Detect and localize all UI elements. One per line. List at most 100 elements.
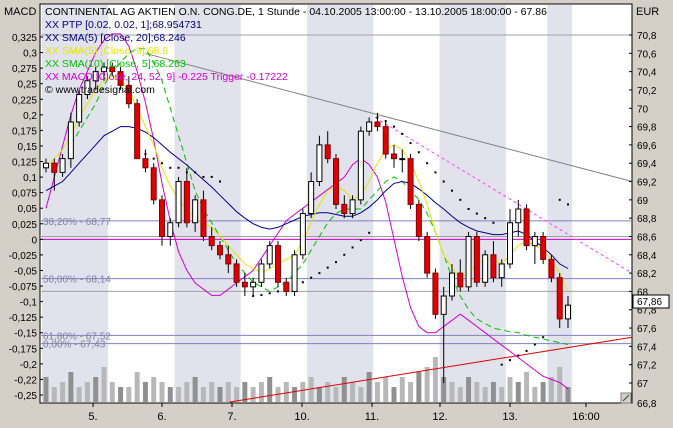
volume-bar	[60, 382, 66, 402]
ptp-dot	[509, 359, 511, 362]
candle	[382, 122, 389, 159]
volume-bar	[68, 372, 74, 402]
left-tick-label: 0,175	[12, 126, 37, 137]
volume-bar	[350, 382, 356, 402]
ptp-dot	[517, 354, 520, 357]
ptp-dot	[451, 189, 453, 192]
volume-bar	[391, 387, 397, 402]
left-tick-label: -0,22	[14, 375, 37, 386]
ptp-dot	[318, 272, 321, 275]
left-tick-label: 0,15	[18, 142, 38, 153]
ptp-dot	[177, 166, 180, 169]
ptp-dot	[426, 162, 429, 165]
candle-body	[233, 263, 240, 283]
right-tick-label: 70,4	[637, 68, 657, 79]
volume-bar	[109, 382, 115, 402]
candle	[175, 176, 182, 228]
volume-bar	[540, 382, 546, 402]
legend-entry-4: XX SMA(10) [Close, 5];68.263	[45, 58, 186, 70]
right-tick-label: 70	[637, 104, 649, 115]
candle-body	[515, 208, 522, 224]
ptp-dot	[210, 175, 213, 178]
volume-bar	[557, 367, 563, 402]
ptp-dot	[567, 203, 569, 206]
volume-bar	[316, 387, 322, 402]
left-tick-label: 0	[31, 235, 37, 246]
x-tick-label: 7.	[227, 411, 236, 423]
candle-body	[482, 254, 489, 283]
candle-body	[291, 254, 298, 292]
candle-body	[407, 158, 414, 205]
candle	[266, 241, 273, 269]
candle-body	[59, 158, 66, 173]
candle-body	[523, 208, 530, 247]
volume-bar	[474, 382, 480, 402]
ptp-dot	[268, 292, 271, 295]
candle	[523, 204, 530, 251]
volume-bar	[76, 387, 82, 402]
volume-bar	[457, 387, 463, 402]
x-tick-label: 5.	[88, 411, 97, 423]
volume-bar	[341, 377, 347, 402]
left-tick-label: -0,175	[9, 344, 38, 355]
candle	[482, 250, 489, 287]
candle-body	[76, 94, 83, 123]
volume-bar	[383, 377, 389, 402]
candle-body	[507, 222, 513, 265]
legend-entry-0: CONTINENTAL AG AKTIEN O.N. CONG.DE, 1 St…	[45, 6, 547, 18]
candle	[432, 268, 439, 319]
volume-bar	[84, 382, 90, 402]
volume-bar	[142, 382, 148, 402]
scroll-corner-button[interactable]	[620, 392, 632, 404]
left-tick-label: -0,1	[20, 298, 38, 309]
fib-label-3: 0,00% - 67,43	[43, 340, 106, 351]
volume-bar	[466, 377, 472, 402]
volume-bar	[192, 377, 198, 402]
volume-bar	[292, 387, 298, 402]
x-tick-label: 16:00	[572, 411, 600, 423]
right-tick-label: 68,2	[637, 269, 657, 280]
candle-body	[250, 281, 257, 288]
ptp-dot	[442, 180, 445, 183]
candle-body	[200, 199, 207, 237]
candle-body	[457, 272, 464, 288]
ptp-dot	[558, 198, 561, 201]
ptp-dot	[351, 246, 354, 249]
ptp-dot	[343, 253, 346, 256]
candle-body	[556, 277, 563, 320]
ptp-dot	[401, 132, 404, 135]
volume-bar	[184, 382, 190, 402]
ptp-dot	[492, 221, 495, 224]
right-tick-label: 69,2	[637, 178, 657, 189]
candle-body	[565, 304, 571, 320]
ptp-dot	[393, 125, 395, 128]
right-tick-label: 70,2	[637, 86, 657, 97]
candle-body	[449, 272, 455, 297]
right-tick-label: 69	[637, 196, 649, 207]
candle-body	[192, 199, 199, 224]
legend-entry-1: XX PTP [0.02, 0.02, 1];68.954731	[45, 19, 202, 31]
ptp-dot	[161, 162, 163, 165]
left-tick-label: 0,325	[12, 33, 37, 44]
volume-bar	[209, 382, 215, 402]
ptp-dot	[301, 281, 304, 284]
left-tick-label: -0,15	[14, 329, 37, 340]
left-tick-label: 0,05	[18, 204, 38, 215]
candle-body	[266, 245, 273, 265]
candle-body	[490, 254, 497, 279]
volume-bar	[118, 387, 124, 402]
right-tick-label: 67,4	[637, 342, 657, 353]
ptp-dot	[194, 171, 197, 174]
legend-entry-2: XX SMA(5) [Close, 20];68.246	[45, 32, 186, 44]
volume-bar	[101, 367, 107, 402]
candle-body	[316, 144, 323, 183]
candle-body	[333, 158, 339, 205]
price-tag: 67,86	[632, 294, 670, 309]
candle-body	[424, 235, 431, 274]
candle-body	[43, 162, 49, 169]
left-tick-label: 0,3	[23, 49, 37, 60]
ptp-dot	[152, 157, 155, 160]
candle-body	[142, 158, 149, 169]
x-tick-label: 13.	[502, 411, 517, 423]
candle-body	[150, 167, 157, 201]
